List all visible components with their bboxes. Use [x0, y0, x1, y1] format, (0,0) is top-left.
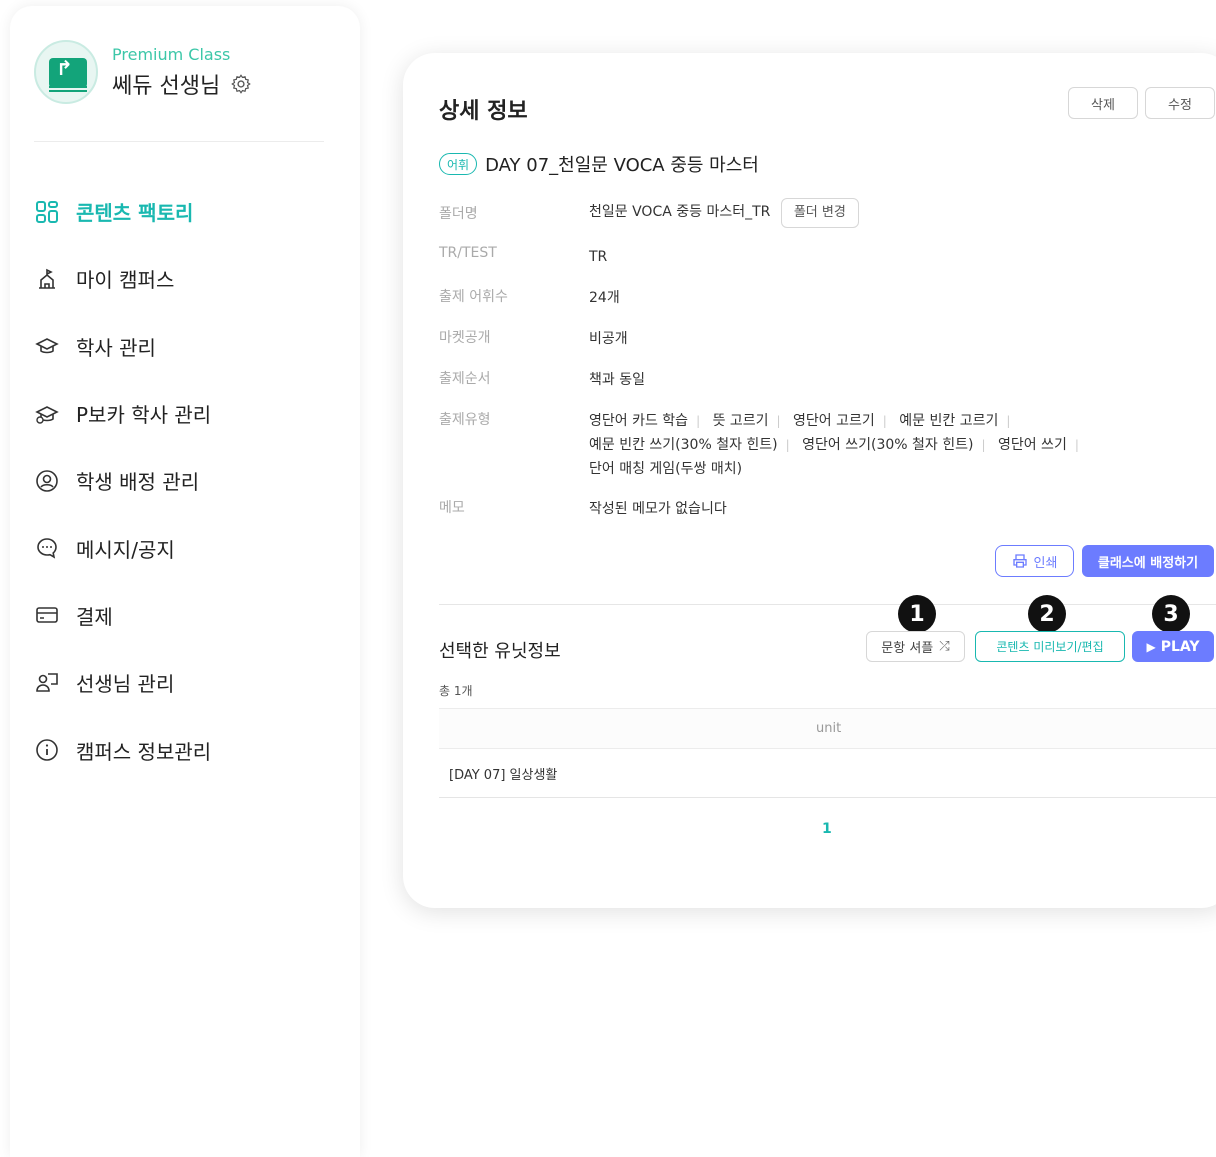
- play-label: PLAY: [1160, 638, 1200, 655]
- premium-label: Premium Class: [112, 45, 231, 64]
- sidebar-item-pvoca-academic[interactable]: P보카 학사 관리: [34, 380, 211, 447]
- sidebar-item-label: 학사 관리: [76, 335, 156, 360]
- info-label: 메모: [439, 500, 465, 516]
- info-label: 폴더명: [439, 206, 478, 222]
- edit-button[interactable]: 수정: [1145, 87, 1215, 119]
- change-folder-button[interactable]: 폴더 변경: [780, 198, 859, 228]
- teacher-icon: [34, 670, 60, 696]
- print-label: 인쇄: [1033, 555, 1058, 571]
- sidebar-item-label: 캠퍼스 정보관리: [76, 739, 212, 764]
- sidebar-item-label: 메시지/공지: [76, 537, 175, 562]
- table-row[interactable]: [DAY 07] 일상생활: [439, 749, 1216, 798]
- unit-table: unit [DAY 07] 일상생활: [439, 708, 1216, 798]
- sidebar-item-my-campus[interactable]: 마이 캠퍼스: [34, 245, 211, 312]
- message-bubble-icon: [34, 535, 60, 561]
- callout-marker-3: 3: [1152, 595, 1190, 633]
- student-assign-icon: [34, 468, 60, 494]
- delete-button[interactable]: 삭제: [1068, 87, 1138, 119]
- sidebar-divider: [34, 141, 324, 142]
- info-value: 24개: [589, 290, 620, 306]
- sidebar-item-label: P보카 학사 관리: [76, 403, 212, 428]
- sidebar-item-label: 마이 캠퍼스: [76, 268, 175, 293]
- callout-marker-2: 2: [1028, 595, 1066, 633]
- table-header: unit: [439, 708, 1216, 749]
- play-icon: ▶: [1146, 639, 1156, 654]
- preview-edit-button[interactable]: 콘텐츠 미리보기/편집: [975, 631, 1125, 662]
- teacher-name: 쎄듀 선생님: [112, 74, 221, 99]
- question-type: 단어 매칭 게임(두쌍 매치): [589, 461, 743, 477]
- sidebar-item-campus-info[interactable]: 캠퍼스 정보관리: [34, 716, 211, 783]
- card-icon: [34, 602, 60, 628]
- sidebar: ↱ Premium Class 쎄듀 선생님 콘텐츠 팩토리 마이 캠퍼스 학사…: [10, 6, 360, 1157]
- graduation-cap-p-icon: [34, 401, 60, 427]
- folder-name-value: 천일문 VOCA 중등 마스터_TR: [589, 204, 771, 220]
- pagination-page[interactable]: 1: [822, 821, 832, 837]
- content-heading: 어휘 DAY 07_천일문 VOCA 중등 마스터: [439, 151, 759, 177]
- question-type: 영단어 쓰기: [997, 437, 1067, 453]
- share-arrow-icon: ↱: [56, 56, 73, 80]
- sidebar-item-payment[interactable]: 결제: [34, 582, 211, 649]
- info-row-folder: 폴더명 천일문 VOCA 중등 마스터_TR 폴더 변경: [439, 198, 859, 228]
- info-row-count: 출제 어휘수 24개: [439, 286, 620, 310]
- question-type: 영단어 고르기: [793, 413, 875, 429]
- info-value: TR: [589, 249, 608, 265]
- info-row-order: 출제순서 책과 동일: [439, 368, 645, 392]
- assign-to-class-button[interactable]: 클래스에 배정하기: [1082, 545, 1214, 577]
- question-type: 영단어 쓰기(30% 철자 힌트): [802, 437, 974, 453]
- folder-name: 천일문 VOCA 중등 마스터_TR 폴더 변경: [589, 198, 859, 228]
- play-button[interactable]: ▶ PLAY: [1132, 631, 1214, 662]
- sidebar-item-content-factory[interactable]: 콘텐츠 팩토리: [34, 178, 211, 245]
- info-value: 작성된 메모가 없습니다: [589, 501, 727, 517]
- info-row-types: 출제유형 영단어 카드 학습 | 뜻 고르기 | 영단어 고르기 | 예문 빈칸 고르…: [439, 409, 1089, 481]
- shuffle-label: 문항 셔플: [881, 641, 934, 656]
- shuffle-icon: ⤮: [939, 639, 950, 654]
- info-value: 책과 동일: [589, 372, 645, 388]
- graduation-cap-icon: [34, 333, 60, 359]
- section-divider: [439, 604, 1216, 605]
- sidebar-item-teachers[interactable]: 선생님 관리: [34, 649, 211, 716]
- info-label: 마켓공개: [439, 330, 491, 346]
- info-row-trtest: TR/TEST TR: [439, 245, 607, 269]
- info-row-market: 마켓공개 비공개: [439, 327, 628, 351]
- sidebar-item-label: 선생님 관리: [76, 672, 175, 697]
- info-icon: [34, 737, 60, 763]
- sidebar-nav: 콘텐츠 팩토리 마이 캠퍼스 학사 관리 P보카 학사 관리 학생 배정 관리: [34, 178, 211, 784]
- sidebar-item-label: 학생 배정 관리: [76, 470, 200, 495]
- question-types: 영단어 카드 학습 | 뜻 고르기 | 영단어 고르기 | 예문 빈칸 고르기 | 예문…: [589, 413, 1079, 477]
- profile: ↱ Premium Class 쎄듀 선생님: [34, 40, 252, 104]
- print-button[interactable]: 인쇄: [995, 545, 1074, 577]
- printer-icon: [1012, 554, 1027, 568]
- grid-icon: [34, 199, 60, 225]
- content-title: DAY 07_천일문 VOCA 중등 마스터: [485, 155, 759, 176]
- info-value: 비공개: [589, 331, 628, 347]
- avatar: ↱: [34, 40, 98, 104]
- gear-icon[interactable]: [230, 73, 252, 95]
- info-label: 출제유형: [439, 412, 491, 428]
- info-label: 출제순서: [439, 371, 491, 387]
- info-row-memo: 메모 작성된 메모가 없습니다: [439, 497, 727, 521]
- detail-card: 상세 정보 삭제 수정 어휘 DAY 07_천일문 VOCA 중등 마스터 폴더…: [403, 53, 1216, 908]
- question-type: 예문 빈칸 쓰기(30% 철자 힌트): [589, 437, 778, 453]
- question-type: 영단어 카드 학습: [589, 413, 689, 429]
- book-pages-icon: [49, 86, 87, 92]
- unit-section-title: 선택한 유닛정보: [439, 641, 561, 662]
- campus-icon: [34, 266, 60, 292]
- sidebar-item-student-assign[interactable]: 학생 배정 관리: [34, 447, 211, 514]
- shuffle-button[interactable]: 문항 셔플 ⤮: [866, 631, 965, 662]
- sidebar-item-messages[interactable]: 메시지/공지: [34, 514, 211, 581]
- category-tag: 어휘: [439, 153, 478, 175]
- info-label: 출제 어휘수: [439, 289, 508, 305]
- question-type: 뜻 고르기: [712, 413, 769, 429]
- question-type: 예문 빈칸 고르기: [899, 413, 999, 429]
- sidebar-item-label: 결제: [76, 604, 113, 629]
- total-count: 총 1개: [439, 684, 473, 698]
- page-title: 상세 정보: [439, 99, 528, 124]
- info-label: TR/TEST: [439, 245, 497, 261]
- sidebar-item-label: 콘텐츠 팩토리: [76, 201, 194, 226]
- sidebar-item-academic[interactable]: 학사 관리: [34, 313, 211, 380]
- callout-marker-1: 1: [898, 595, 936, 633]
